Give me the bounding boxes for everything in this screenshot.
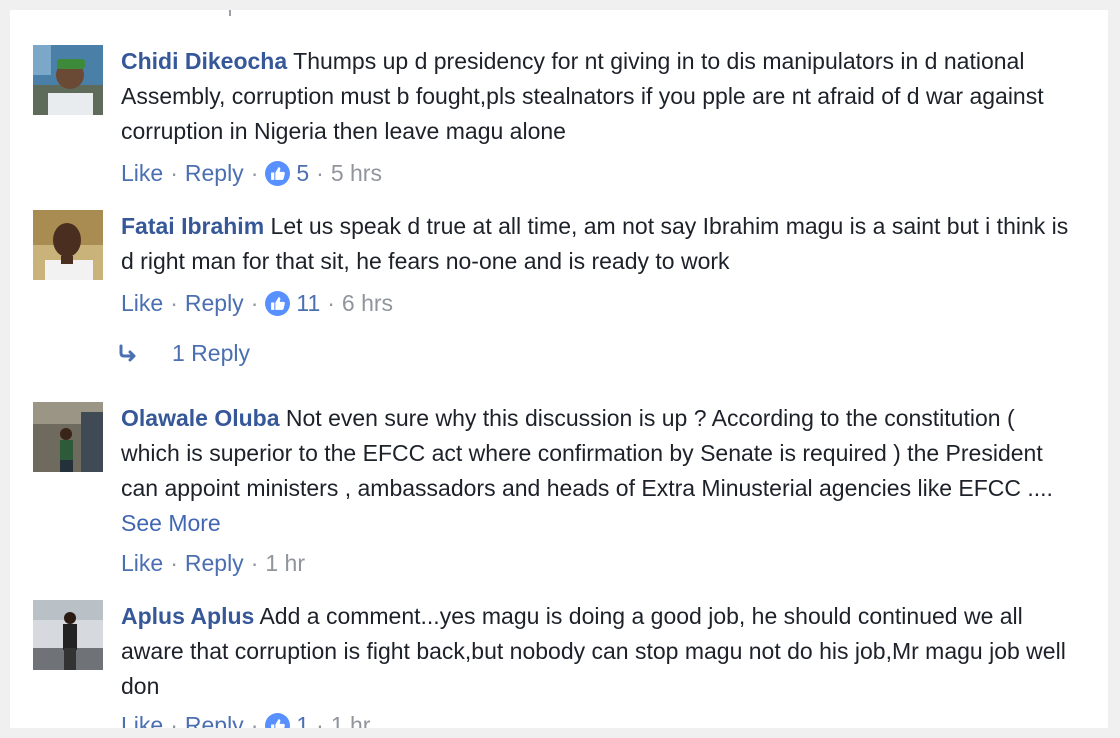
comment-actions: Like · Reply · 5 · 5 hrs bbox=[121, 160, 382, 187]
comments-panel: Chidi Dikeocha Thumps up d presidency fo… bbox=[10, 10, 1108, 728]
reaction-count[interactable]: 11 bbox=[296, 290, 320, 317]
comment-body: Add a comment...yes magu is doing a good… bbox=[121, 603, 1066, 699]
avatar[interactable] bbox=[33, 402, 103, 472]
comment-body: Let us speak d true at all time, am not … bbox=[121, 213, 1069, 274]
comment-author[interactable]: Aplus Aplus bbox=[121, 603, 254, 629]
comment-actions: Like · Reply · 1 hr bbox=[121, 550, 305, 577]
avatar[interactable] bbox=[33, 45, 103, 115]
thread-divider bbox=[229, 10, 231, 16]
comment-text: Chidi Dikeocha Thumps up d presidency fo… bbox=[121, 44, 1071, 149]
reply-arrow-icon bbox=[119, 344, 136, 361]
comment-text: Aplus Aplus Add a comment...yes magu is … bbox=[121, 599, 1071, 704]
comment-author[interactable]: Chidi Dikeocha bbox=[121, 48, 287, 74]
reaction-count[interactable]: 1 bbox=[296, 712, 309, 728]
thumbs-up-icon bbox=[265, 713, 291, 728]
thumbs-up-icon bbox=[265, 161, 291, 186]
avatar[interactable] bbox=[33, 600, 103, 670]
reply-link[interactable]: Reply bbox=[185, 160, 244, 187]
reply-link[interactable]: Reply bbox=[185, 712, 244, 728]
replies-count-label[interactable]: 1 Reply bbox=[172, 340, 250, 367]
comment-author[interactable]: Olawale Oluba bbox=[121, 405, 280, 431]
like-link[interactable]: Like bbox=[121, 160, 163, 187]
view-replies-link[interactable]: 1 Reply bbox=[118, 340, 250, 367]
comment-text: Olawale Oluba Not even sure why this dis… bbox=[121, 401, 1071, 541]
reply-link[interactable]: Reply bbox=[185, 290, 244, 317]
like-link[interactable]: Like bbox=[121, 550, 163, 577]
comment-time[interactable]: 5 hrs bbox=[331, 160, 382, 187]
comment-text: Fatai Ibrahim Let us speak d true at all… bbox=[121, 209, 1071, 279]
like-link[interactable]: Like bbox=[121, 712, 163, 728]
avatar[interactable] bbox=[33, 210, 103, 280]
reply-link[interactable]: Reply bbox=[185, 550, 244, 577]
comment-time[interactable]: 1 hr bbox=[331, 712, 371, 728]
comment-time[interactable]: 1 hr bbox=[265, 550, 305, 577]
comment-time[interactable]: 6 hrs bbox=[342, 290, 393, 317]
like-link[interactable]: Like bbox=[121, 290, 163, 317]
comment-actions: Like · Reply · 1 · 1 hr bbox=[121, 712, 370, 728]
thumbs-up-icon bbox=[265, 291, 291, 316]
reaction-count[interactable]: 5 bbox=[296, 160, 309, 187]
see-more-link[interactable]: See More bbox=[121, 510, 221, 536]
comment-actions: Like · Reply · 11 · 6 hrs bbox=[121, 290, 394, 317]
comment-author[interactable]: Fatai Ibrahim bbox=[121, 213, 264, 239]
